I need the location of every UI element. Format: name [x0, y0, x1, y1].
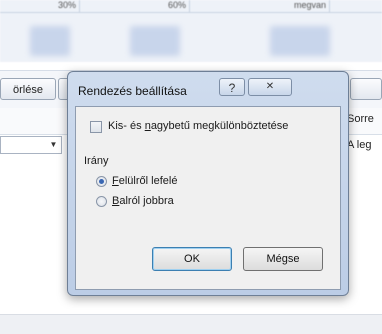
background-toolbar-button[interactable]: örlése — [0, 78, 56, 100]
close-icon: ✕ — [265, 81, 275, 92]
direction-left-to-right-label[interactable]: Balról jobbra — [112, 195, 174, 207]
direction-group-label: Irány — [84, 155, 109, 167]
background-column-header: Sorre — [347, 113, 374, 125]
blurred-cells — [30, 26, 70, 56]
background-status-bar — [0, 314, 382, 334]
ok-button[interactable]: OK — [152, 247, 232, 271]
grid-row: 30% 60% megvan — [0, 0, 382, 13]
case-sensitive-label[interactable]: Kis- és nagybetű megkülönböztetése — [108, 120, 288, 132]
direction-top-to-bottom-label[interactable]: Felülről lefelé — [112, 175, 177, 187]
background-toolbar-button[interactable] — [350, 78, 382, 100]
blurred-cells — [130, 26, 180, 56]
dropdown-arrow-icon[interactable]: ▼ — [46, 138, 61, 152]
cancel-button[interactable]: Mégse — [243, 247, 323, 271]
sort-options-dialog: Rendezés beállítása ? ✕ Kis- és nagybetű… — [67, 71, 349, 296]
blurred-cells — [270, 26, 330, 56]
dialog-body: Kis- és nagybetű megkülönböztetése Irány… — [75, 106, 341, 290]
direction-top-to-bottom-radio[interactable] — [96, 176, 107, 187]
grid-cell: megvan — [190, 0, 330, 12]
dialog-title: Rendezés beállítása — [78, 84, 187, 98]
grid-cell: 60% — [80, 0, 190, 12]
background-order-value: A leg — [347, 139, 372, 151]
close-button[interactable]: ✕ — [248, 78, 292, 96]
spreadsheet-background: 30% 60% megvan — [0, 0, 382, 62]
grid-cell: 30% — [0, 0, 80, 12]
case-sensitive-checkbox[interactable] — [90, 121, 102, 133]
help-icon: ? — [228, 81, 236, 95]
background-column-combo[interactable]: ▼ — [0, 136, 62, 154]
dialog-titlebar[interactable]: Rendezés beállítása ? ✕ — [68, 72, 348, 106]
help-button[interactable]: ? — [219, 78, 245, 96]
direction-left-to-right-radio[interactable] — [96, 196, 107, 207]
